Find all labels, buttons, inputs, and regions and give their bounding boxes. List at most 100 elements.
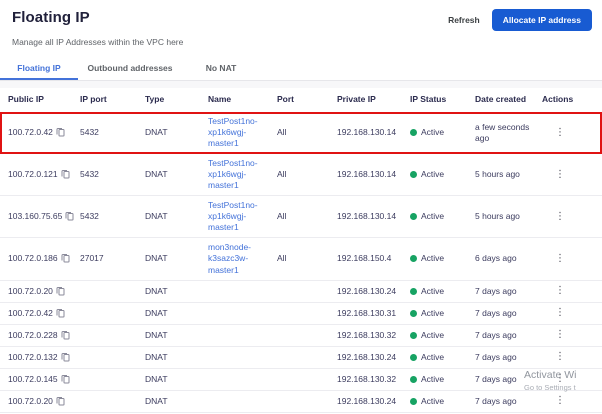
port-cell: All bbox=[269, 165, 329, 184]
ip-status-cell: Active bbox=[402, 207, 467, 226]
row-menu-button[interactable]: ⋮ bbox=[552, 169, 568, 181]
private-ip-cell: 192.168.130.31 bbox=[329, 304, 402, 323]
status-label: Active bbox=[421, 308, 444, 319]
table-row: 100.72.0.20 DNAT 192.168.130.24 Active 7… bbox=[0, 281, 602, 303]
status-label: Active bbox=[421, 169, 444, 180]
copy-icon[interactable] bbox=[61, 253, 70, 263]
ip-port-cell bbox=[72, 287, 137, 295]
date-created-cell: a few seconds ago bbox=[467, 118, 534, 148]
column-header-port: Port bbox=[269, 88, 329, 111]
ip-status-cell: Active bbox=[402, 392, 467, 411]
private-ip-cell: 192.168.150.4 bbox=[329, 249, 402, 268]
port-cell: All bbox=[269, 207, 329, 226]
ip-status-cell: Active bbox=[402, 282, 467, 301]
name-cell bbox=[200, 375, 269, 383]
copy-icon[interactable] bbox=[61, 330, 70, 340]
copy-icon[interactable] bbox=[56, 127, 65, 137]
copy-icon[interactable] bbox=[61, 352, 70, 362]
resource-name-link[interactable]: TestPost1no-xp1k6wgj-master1 bbox=[208, 158, 267, 191]
private-ip-cell: 192.168.130.32 bbox=[329, 370, 402, 389]
resource-name-link[interactable]: mon3node-k3sazc3w-master1 bbox=[208, 242, 267, 275]
column-header-public-ip: Public IP bbox=[0, 88, 72, 111]
public-ip-value: 100.72.0.20 bbox=[8, 396, 53, 407]
row-menu-button[interactable]: ⋮ bbox=[552, 211, 568, 223]
tab-no-nat[interactable]: No NAT bbox=[182, 57, 260, 80]
row-menu-button[interactable]: ⋮ bbox=[552, 373, 568, 385]
status-label: Active bbox=[421, 253, 444, 264]
row-menu-button[interactable]: ⋮ bbox=[552, 351, 568, 363]
row-menu-button[interactable]: ⋮ bbox=[552, 285, 568, 297]
table-row: 100.72.0.186 27017 DNAT mon3node-k3sazc3… bbox=[0, 238, 602, 280]
public-ip-value: 100.72.0.186 bbox=[8, 253, 58, 264]
status-dot bbox=[410, 310, 417, 317]
ip-port-cell bbox=[72, 353, 137, 361]
name-cell bbox=[200, 397, 269, 405]
page-title: Floating IP bbox=[12, 9, 90, 26]
public-ip-cell: 100.72.0.186 bbox=[0, 249, 72, 268]
table-row: 103.160.75.65 5432 DNAT TestPost1no-xp1k… bbox=[0, 196, 602, 238]
public-ip-value: 100.72.0.132 bbox=[8, 352, 58, 363]
date-created-cell: 7 days ago bbox=[467, 326, 534, 345]
table-row: 100.72.0.42 5432 DNAT TestPost1no-xp1k6w… bbox=[0, 112, 602, 154]
public-ip-cell: 100.72.0.20 bbox=[0, 282, 72, 301]
copy-icon[interactable] bbox=[61, 374, 70, 384]
row-menu-button[interactable]: ⋮ bbox=[552, 127, 568, 139]
private-ip-cell: 192.168.130.24 bbox=[329, 282, 402, 301]
copy-icon[interactable] bbox=[56, 286, 65, 296]
status-dot bbox=[410, 213, 417, 220]
port-cell bbox=[269, 397, 329, 405]
table-header-row: Public IP IP port Type Name Port Private… bbox=[0, 88, 602, 112]
name-cell: TestPost1no-xp1k6wgj-master1 bbox=[200, 112, 269, 153]
private-ip-cell: 192.168.130.14 bbox=[329, 207, 402, 226]
tab-floating-ip[interactable]: Floating IP bbox=[0, 57, 78, 80]
row-menu-button[interactable]: ⋮ bbox=[552, 395, 568, 407]
type-cell: DNAT bbox=[137, 207, 200, 226]
allocate-ip-address-button[interactable]: Allocate IP address bbox=[492, 9, 592, 31]
ip-port-cell bbox=[72, 375, 137, 383]
copy-icon[interactable] bbox=[56, 308, 65, 318]
table-row: 100.72.0.145 DNAT 192.168.130.32 Active … bbox=[0, 369, 602, 391]
row-menu-button[interactable]: ⋮ bbox=[552, 329, 568, 341]
column-header-ip-status: IP Status bbox=[402, 88, 467, 111]
port-cell bbox=[269, 331, 329, 339]
type-cell: DNAT bbox=[137, 348, 200, 367]
resource-name-link[interactable]: TestPost1no-xp1k6wgj-master1 bbox=[208, 116, 267, 149]
actions-cell: ⋮ bbox=[534, 369, 594, 389]
actions-cell: ⋮ bbox=[534, 165, 594, 185]
port-cell: All bbox=[269, 249, 329, 268]
table-row: 100.72.0.228 DNAT 192.168.130.32 Active … bbox=[0, 325, 602, 347]
name-cell: mon3node-k3sazc3w-master1 bbox=[200, 238, 269, 279]
actions-cell: ⋮ bbox=[534, 281, 594, 301]
floating-ip-table: Public IP IP port Type Name Port Private… bbox=[0, 88, 602, 414]
public-ip-value: 100.72.0.42 bbox=[8, 308, 53, 319]
date-created-cell: 6 days ago bbox=[467, 249, 534, 268]
ip-status-cell: Active bbox=[402, 123, 467, 142]
date-created-cell: 5 hours ago bbox=[467, 165, 534, 184]
row-menu-button[interactable]: ⋮ bbox=[552, 253, 568, 265]
date-created-cell: 7 days ago bbox=[467, 304, 534, 323]
row-menu-button[interactable]: ⋮ bbox=[552, 307, 568, 319]
ip-status-cell: Active bbox=[402, 249, 467, 268]
public-ip-value: 100.72.0.228 bbox=[8, 330, 58, 341]
status-dot bbox=[410, 376, 417, 383]
private-ip-cell: 192.168.130.24 bbox=[329, 392, 402, 411]
port-cell bbox=[269, 375, 329, 383]
ip-status-cell: Active bbox=[402, 326, 467, 345]
tab-outbound-addresses[interactable]: Outbound addresses bbox=[78, 57, 182, 80]
public-ip-cell: 100.72.0.132 bbox=[0, 348, 72, 367]
date-created-cell: 7 days ago bbox=[467, 370, 534, 389]
copy-icon[interactable] bbox=[61, 169, 70, 179]
public-ip-cell: 100.72.0.20 bbox=[0, 392, 72, 411]
ip-port-cell bbox=[72, 397, 137, 405]
column-header-type: Type bbox=[137, 88, 200, 111]
date-created-cell: 7 days ago bbox=[467, 392, 534, 411]
column-header-ip-port: IP port bbox=[72, 88, 137, 111]
public-ip-value: 100.72.0.20 bbox=[8, 286, 53, 297]
public-ip-cell: 100.72.0.42 bbox=[0, 123, 72, 142]
copy-icon[interactable] bbox=[56, 396, 65, 406]
refresh-button[interactable]: Refresh bbox=[446, 11, 482, 29]
date-created-cell: 7 days ago bbox=[467, 282, 534, 301]
resource-name-link[interactable]: TestPost1no-xp1k6wgj-master1 bbox=[208, 200, 267, 233]
table-row: 100.72.0.121 5432 DNAT TestPost1no-xp1k6… bbox=[0, 154, 602, 196]
ip-status-cell: Active bbox=[402, 165, 467, 184]
